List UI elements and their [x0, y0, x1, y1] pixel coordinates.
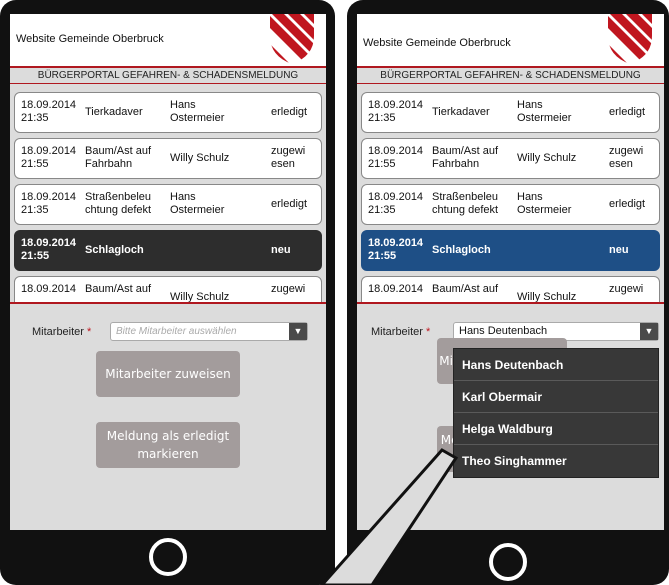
report-row[interactable]: 18.09.2014 21:35 Tierkadaver Hans Ostermei… [14, 92, 322, 133]
report-person: Willy Schulz [170, 291, 230, 302]
report-datetime: 18.09.2014 21:35 [368, 99, 424, 124]
report-status: zugewi esen [271, 145, 306, 170]
mitarbeiter-label: Mitarbeiter * [32, 326, 92, 338]
report-person: Willy Schulz [517, 152, 577, 164]
report-datetime: 18.09.2014 21:55 [368, 145, 424, 170]
phone-screen-left: Website Gemeinde Oberbruck BÜRGERPORTAL … [10, 14, 326, 530]
divider [357, 302, 664, 304]
dropdown-option[interactable]: Theo Singhammer [454, 445, 658, 477]
mark-done-button[interactable]: Meldung als erledigtmarkieren [96, 422, 240, 468]
report-status: erledigt [271, 106, 308, 118]
dropdown-option[interactable]: Hans Deutenbach [454, 349, 658, 381]
report-status: erledigt [609, 198, 646, 210]
report-type: Straßenbeleu chtung defekt [432, 191, 499, 216]
home-button-icon[interactable] [489, 543, 527, 581]
report-datetime: 18.09.2014 21:55 [21, 237, 77, 262]
report-datetime: 18.09.2014 21:35 [21, 191, 77, 216]
report-status: neu [609, 244, 629, 256]
assign-employee-button[interactable]: Mitarbeiter zuweisen [96, 351, 240, 397]
site-title: Website Gemeinde Oberbruck [363, 37, 511, 49]
select-value: Hans Deutenbach [459, 325, 548, 337]
report-row[interactable]: 18.09.2014 Baum/Ast auf Willy Schulz zug… [361, 276, 660, 302]
report-status: erledigt [271, 198, 308, 210]
report-datetime: 18.09.2014 21:55 [368, 237, 424, 262]
home-button-icon[interactable] [149, 538, 187, 576]
report-row[interactable]: 18.09.2014 21:35 Tierkadaver Hans Ostermei… [361, 92, 660, 133]
report-list[interactable]: 18.09.2014 21:35 Tierkadaver Hans Ostermei… [357, 86, 664, 302]
report-list[interactable]: 18.09.2014 21:35 Tierkadaver Hans Ostermei… [10, 86, 326, 302]
phone-mockup-right: Website Gemeinde Oberbruck BÜRGERPORTAL … [347, 0, 669, 585]
site-title: Website Gemeinde Oberbruck [16, 33, 164, 45]
report-type: Baum/Ast auf [432, 283, 499, 295]
report-status: zugewi [609, 283, 644, 295]
report-type: Baum/Ast auf Fahrbahn [432, 145, 499, 170]
report-type: Schlagloch [432, 244, 491, 256]
phone-mockup-left: Website Gemeinde Oberbruck BÜRGERPORTAL … [0, 0, 335, 585]
report-type: Tierkadaver [85, 106, 143, 118]
report-type: Baum/Ast auf Fahrbahn [85, 145, 152, 170]
report-type: Baum/Ast auf [85, 283, 152, 295]
chevron-down-icon[interactable]: ▼ [289, 323, 307, 340]
report-status: zugewi esen [609, 145, 644, 170]
report-person: Hans Ostermeier [517, 191, 572, 216]
dropdown-option[interactable]: Karl Obermair [454, 381, 658, 413]
site-header: Website Gemeinde Oberbruck [357, 14, 664, 66]
report-row-selected[interactable]: 18.09.2014 21:55 Schlagloch neu [361, 230, 660, 271]
report-datetime: 18.09.2014 21:55 [21, 145, 77, 170]
crest-icon [608, 14, 652, 64]
report-row[interactable]: 18.09.2014 21:35 Straßenbeleu chtung defek… [361, 184, 660, 225]
report-type: Schlagloch [85, 244, 144, 256]
report-person: Willy Schulz [517, 291, 577, 302]
chevron-down-icon[interactable]: ▼ [640, 323, 658, 340]
portal-title-bar: BÜRGERPORTAL GEFAHREN- & SCHADENSMELDUNG [357, 66, 664, 84]
report-datetime: 18.09.2014 [368, 283, 424, 295]
report-status: neu [271, 244, 291, 256]
report-person: Hans Ostermeier [170, 191, 225, 216]
report-row-selected[interactable]: 18.09.2014 21:55 Schlagloch neu [14, 230, 322, 271]
report-row[interactable]: 18.09.2014 21:55 Baum/Ast auf Fahrbahn Wil… [14, 138, 322, 179]
dropdown-option[interactable]: Helga Waldburg [454, 413, 658, 445]
report-status: zugewi [271, 283, 306, 295]
report-person: Willy Schulz [170, 152, 230, 164]
report-person: Hans Ostermeier [517, 99, 572, 124]
mitarbeiter-select[interactable]: Bitte Mitarbeiter auswählen ▼ [110, 322, 308, 341]
report-type: Straßenbeleu chtung defekt [85, 191, 152, 216]
report-row[interactable]: 18.09.2014 21:55 Baum/Ast auf Fahrbahn Wil… [361, 138, 660, 179]
report-status: erledigt [609, 106, 646, 118]
divider [10, 302, 326, 304]
phone-screen-right: Website Gemeinde Oberbruck BÜRGERPORTAL … [357, 14, 664, 530]
crest-icon [270, 14, 314, 64]
report-row[interactable]: 18.09.2014 Baum/Ast auf Willy Schulz zug… [14, 276, 322, 302]
mitarbeiter-label: Mitarbeiter * [371, 326, 431, 338]
mitarbeiter-dropdown[interactable]: Hans Deutenbach Karl Obermair Helga Wald… [453, 348, 659, 478]
report-datetime: 18.09.2014 [21, 283, 77, 295]
report-type: Tierkadaver [432, 106, 490, 118]
site-header: Website Gemeinde Oberbruck [10, 14, 326, 66]
report-row[interactable]: 18.09.2014 21:35 Straßenbeleu chtung defek… [14, 184, 322, 225]
report-datetime: 18.09.2014 21:35 [368, 191, 424, 216]
report-datetime: 18.09.2014 21:35 [21, 99, 77, 124]
select-placeholder: Bitte Mitarbeiter auswählen [116, 326, 237, 337]
report-person: Hans Ostermeier [170, 99, 225, 124]
portal-title-bar: BÜRGERPORTAL GEFAHREN- & SCHADENSMELDUNG [10, 66, 326, 84]
